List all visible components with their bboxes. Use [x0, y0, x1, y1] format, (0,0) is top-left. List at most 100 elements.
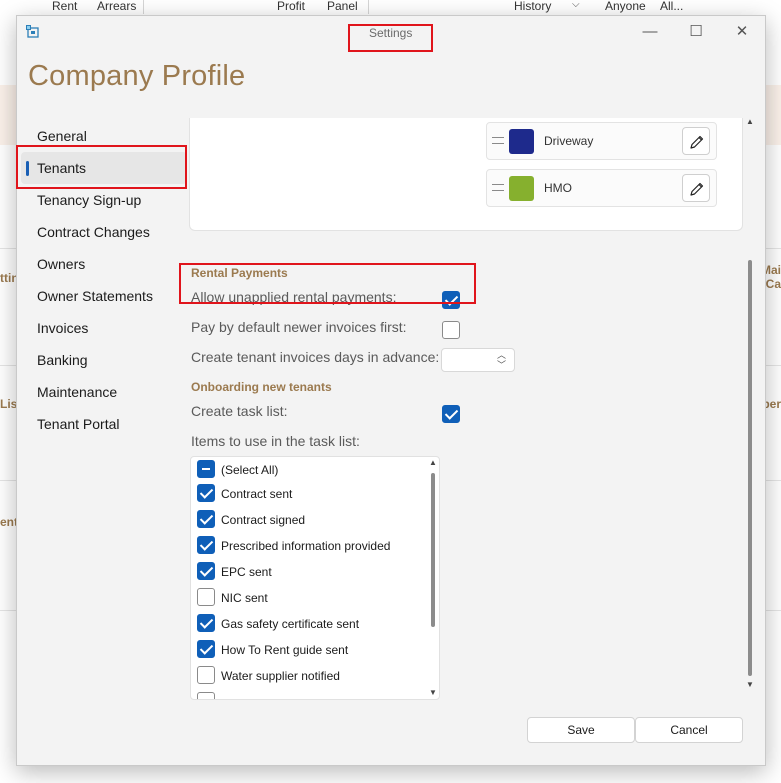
nav-item-tenancy-sign-up[interactable]: Tenancy Sign-up: [21, 184, 187, 216]
nav-item-label: Owners: [37, 256, 86, 272]
color-swatch[interactable]: [509, 129, 534, 154]
scroll-down-icon[interactable]: ▼: [745, 681, 755, 689]
cancel-button[interactable]: Cancel: [635, 717, 743, 743]
invoice-days-label: Create tenant invoices days in advance:: [191, 349, 440, 365]
list-item-checkbox[interactable]: [197, 460, 215, 478]
nav-item-invoices[interactable]: Invoices: [21, 312, 187, 344]
drag-handle-icon[interactable]: [492, 137, 504, 144]
chevron-down-icon[interactable]: ﹀: [497, 361, 506, 370]
title-bar[interactable]: Settings — ☐ ✕: [17, 16, 765, 48]
pay-newer-first-checkbox[interactable]: [442, 321, 460, 339]
bg-header-all: All...: [660, 0, 684, 13]
color-tags-card: Driveway HMO: [189, 118, 743, 231]
nav-item-tenant-portal[interactable]: Tenant Portal: [21, 408, 187, 440]
nav-item-label: Maintenance: [37, 384, 118, 400]
task-items-label: Items to use in the task list:: [191, 433, 360, 449]
allow-unapplied-checkbox[interactable]: [442, 291, 460, 309]
tenants-settings-panel: Driveway HMO Rental Payments Allow unapp…: [187, 118, 753, 718]
pay-newer-first-label: Pay by default newer invoices first:: [191, 319, 407, 335]
bg-header-history: History: [514, 0, 552, 13]
list-item-label: How To Rent guide sent: [221, 643, 349, 657]
list-item-checkbox[interactable]: [197, 640, 215, 658]
list-item-label: EPC sent: [221, 565, 272, 579]
task-items-list[interactable]: (Select All) Contract sent Contract sign…: [190, 456, 440, 700]
scroll-down-icon[interactable]: ▼: [429, 689, 437, 697]
list-item[interactable]: Gas safety certificate sent: [191, 611, 427, 637]
invoice-days-stepper[interactable]: ︿ ﹀: [441, 348, 515, 372]
minimize-button[interactable]: —: [634, 20, 666, 44]
list-item[interactable]: Contract sent: [191, 481, 427, 507]
edit-button[interactable]: [682, 127, 710, 155]
pencil-icon: [690, 182, 704, 196]
list-item[interactable]: Prescribed information provided: [191, 533, 427, 559]
drag-handle-icon[interactable]: [492, 184, 504, 191]
list-item[interactable]: NIC sent: [191, 585, 427, 611]
list-item-label: Gas safety certificate sent: [221, 617, 360, 631]
list-item[interactable]: Water supplier notified: [191, 663, 427, 689]
list-item[interactable]: EPC sent: [191, 559, 427, 585]
save-button[interactable]: Save: [527, 717, 635, 743]
bg-header-anyone: Anyone: [605, 0, 646, 13]
list-item-label: Water supplier notified: [221, 669, 340, 683]
list-item-checkbox[interactable]: [197, 536, 215, 554]
scrollbar-thumb[interactable]: [748, 260, 752, 676]
bg-header-arrears: Arrears: [97, 0, 137, 13]
list-item-checkbox[interactable]: [197, 666, 215, 684]
chevron-up-icon[interactable]: ︿: [497, 351, 506, 360]
nav-item-owner-statements[interactable]: Owner Statements: [21, 280, 187, 312]
list-item[interactable]: (Select All): [191, 457, 427, 483]
nav-item-label: Tenant Portal: [37, 416, 120, 432]
list-item-checkbox[interactable]: [197, 692, 215, 699]
nav-item-banking[interactable]: Banking: [21, 344, 187, 376]
background-header: Rent Arrears Profit Panel History ⌵ Anyo…: [0, 0, 781, 14]
bg-header-rent: Rent: [52, 0, 78, 13]
list-item[interactable]: Contract signed: [191, 507, 427, 533]
bg-header-profit: Profit: [277, 0, 306, 13]
chevron-down-icon: ⌵: [572, 0, 580, 10]
nav-item-label: Tenants: [37, 160, 87, 176]
list-item-label: Prescribed information provided: [221, 539, 391, 553]
allow-unapplied-label: Allow unapplied rental payments:: [191, 289, 397, 305]
color-row-label: Driveway: [544, 134, 594, 148]
nav-item-label: Tenancy Sign-up: [37, 192, 142, 208]
onboarding-heading: Onboarding new tenants: [191, 380, 332, 394]
list-item-checkbox[interactable]: [197, 588, 215, 606]
edit-button[interactable]: [682, 174, 710, 202]
bg-header-separator: [368, 0, 369, 14]
list-item-checkbox[interactable]: [197, 484, 215, 502]
bg-fragment: Lis: [0, 397, 18, 411]
list-item-checkbox[interactable]: [197, 614, 215, 632]
list-item[interactable]: [191, 689, 427, 699]
nav-item-label: Contract Changes: [37, 224, 150, 240]
nav-item-label: Banking: [37, 352, 88, 368]
color-row-hmo: HMO: [486, 169, 717, 207]
create-task-list-checkbox[interactable]: [442, 405, 460, 423]
nav-item-label: Invoices: [37, 320, 89, 336]
scroll-up-icon[interactable]: ▲: [429, 459, 437, 467]
list-item-checkbox[interactable]: [197, 510, 215, 528]
list-item-label: NIC sent: [221, 591, 268, 605]
list-item[interactable]: How To Rent guide sent: [191, 637, 427, 663]
close-button[interactable]: ✕: [726, 20, 758, 44]
color-row-driveway: Driveway: [486, 122, 717, 160]
nav-item-label: Owner Statements: [37, 288, 153, 304]
nav-item-label: General: [37, 128, 87, 144]
nav-item-tenants[interactable]: Tenants: [21, 152, 187, 184]
list-scrollbar[interactable]: ▲ ▼: [429, 459, 437, 697]
nav-item-maintenance[interactable]: Maintenance: [21, 376, 187, 408]
nav-item-general[interactable]: General: [21, 120, 187, 152]
bg-header-panel: Panel: [327, 0, 358, 13]
scroll-up-icon[interactable]: ▲: [745, 118, 755, 126]
list-item-checkbox[interactable]: [197, 562, 215, 580]
panel-scrollbar[interactable]: ▲ ▼: [745, 118, 755, 690]
pencil-icon: [690, 135, 704, 149]
app-icon: [26, 25, 39, 38]
scrollbar-thumb[interactable]: [431, 473, 435, 627]
bg-header-separator: [143, 0, 144, 14]
nav-item-contract-changes[interactable]: Contract Changes: [21, 216, 187, 248]
nav-item-owners[interactable]: Owners: [21, 248, 187, 280]
color-swatch[interactable]: [509, 176, 534, 201]
color-row-label: HMO: [544, 181, 572, 195]
maximize-button[interactable]: ☐: [680, 20, 712, 44]
settings-nav: General Tenants Tenancy Sign-up Contract…: [21, 120, 187, 440]
